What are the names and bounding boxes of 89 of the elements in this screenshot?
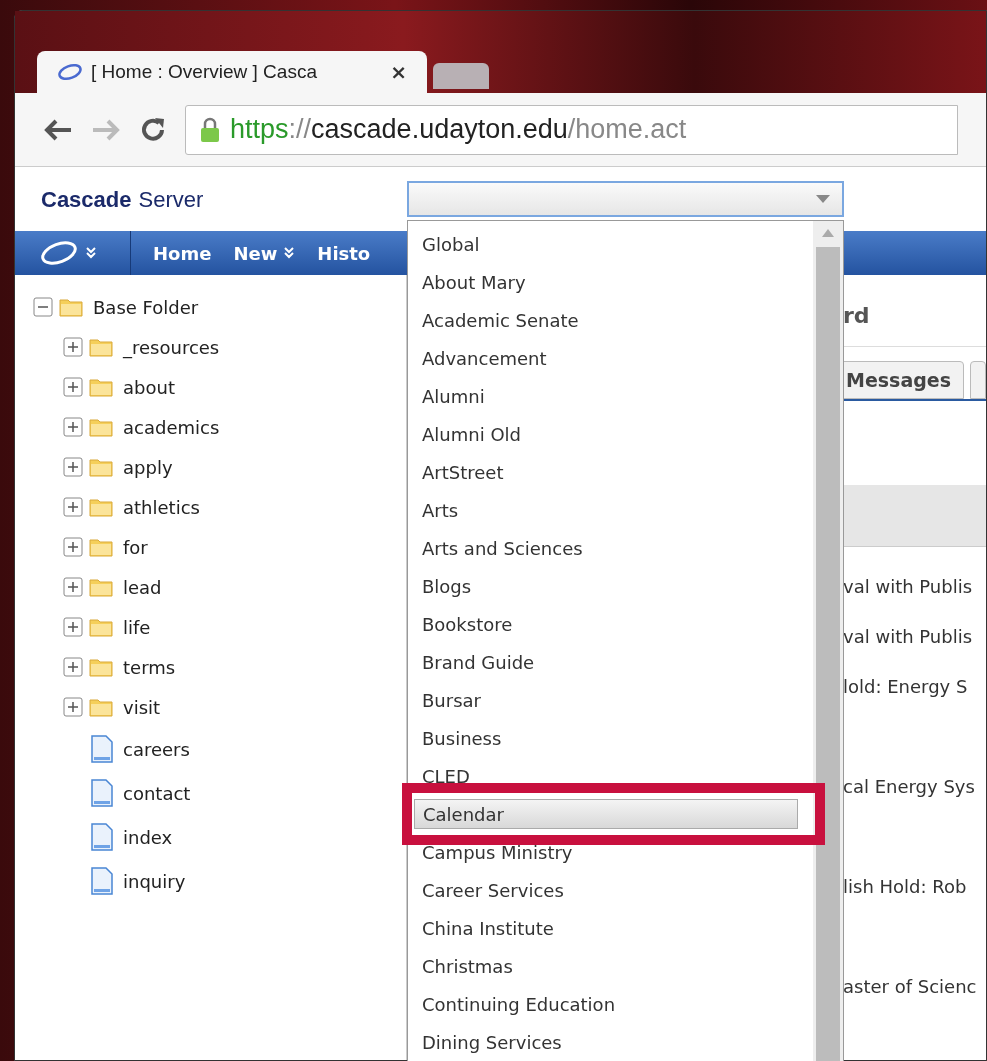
dropdown-option[interactable]: Bookstore	[414, 609, 798, 639]
expand-icon[interactable]	[63, 577, 83, 597]
dropdown-option[interactable]: Academic Senate	[414, 305, 798, 335]
tree-item[interactable]: life	[123, 613, 151, 641]
tree-item[interactable]: Base Folder	[93, 293, 199, 321]
app-logo: Cascade Server	[41, 185, 205, 214]
expand-icon[interactable]	[63, 537, 83, 557]
document-icon	[91, 867, 113, 895]
tree-item[interactable]: for	[123, 533, 148, 561]
dropdown-option[interactable]: Alumni Old	[414, 419, 798, 449]
scroll-up-icon[interactable]	[822, 229, 834, 237]
folder-icon	[89, 377, 113, 397]
tree-item[interactable]: academics	[123, 413, 220, 441]
folder-icon	[89, 417, 113, 437]
dropdown-option[interactable]: Brand Guide	[414, 647, 798, 677]
dropdown-option[interactable]: Blogs	[414, 571, 798, 601]
tree-item[interactable]: inquiry	[123, 867, 186, 895]
dropdown-option[interactable]: Dining Services	[414, 1027, 798, 1057]
dropdown-option[interactable]: Calendar	[414, 799, 798, 829]
message-link[interactable]: lish Hold: Rob	[843, 876, 967, 897]
nav-menu-item[interactable]: New	[233, 239, 296, 267]
message-link[interactable]: aster of Scienc	[843, 976, 977, 997]
tree-item[interactable]: visit	[123, 693, 161, 721]
dropdown-option[interactable]: Campus Ministry	[414, 837, 798, 867]
document-icon	[91, 823, 113, 851]
expand-icon[interactable]	[63, 617, 83, 637]
tree-item[interactable]: terms	[123, 653, 176, 681]
tree-item[interactable]: athletics	[123, 493, 200, 521]
swirl-logo-icon[interactable]	[39, 239, 79, 267]
nav-menu-item[interactable]: Histo	[317, 239, 371, 267]
dropdown-option[interactable]: Continuing Education	[414, 989, 798, 1019]
reload-icon[interactable]	[139, 115, 167, 144]
expand-icon[interactable]	[63, 457, 83, 477]
lock-icon	[200, 116, 220, 143]
tree-item[interactable]: _resources	[123, 333, 220, 361]
dropdown-option[interactable]: Arts and Sciences	[414, 533, 798, 563]
dropdown-option[interactable]: China Institute	[414, 913, 798, 943]
back-arrow-icon[interactable]	[43, 117, 73, 142]
dropdown-option[interactable]: Business	[414, 723, 798, 753]
tree-item[interactable]: lead	[123, 573, 162, 601]
message-link[interactable]: lold: Energy S	[843, 676, 968, 697]
tree-item[interactable]: contact	[123, 779, 191, 807]
url-text: https://cascade.udayton.edu/home.act	[230, 113, 687, 147]
folder-icon	[89, 457, 113, 477]
double-chevron-icon[interactable]	[85, 247, 97, 259]
expand-icon[interactable]	[63, 337, 83, 357]
message-link[interactable]: val with Publis	[843, 626, 973, 647]
tab-close-button[interactable]: ×	[390, 57, 407, 87]
expand-icon[interactable]	[63, 417, 83, 437]
dashboard-tab[interactable]: Messages	[843, 361, 965, 399]
dropdown-option[interactable]: Advancement	[414, 343, 798, 373]
dropdown-option[interactable]: Bursar	[414, 685, 798, 715]
expand-icon[interactable]	[63, 697, 83, 717]
address-field[interactable]: https://cascade.udayton.edu/home.act	[185, 104, 958, 155]
dropdown-option[interactable]: Career Services	[414, 875, 798, 905]
message-link[interactable]: cal Energy Sys	[843, 776, 975, 797]
dropdown-option[interactable]: Arts	[414, 495, 798, 525]
tree-item[interactable]: about	[123, 373, 175, 401]
expand-icon[interactable]	[63, 657, 83, 677]
expand-icon[interactable]	[63, 497, 83, 517]
dropdown-option[interactable]: CLED	[414, 761, 798, 791]
scrollbar[interactable]	[813, 221, 843, 1061]
folder-icon	[89, 497, 113, 517]
message-link[interactable]: val with Publis	[843, 576, 973, 597]
folder-icon	[89, 577, 113, 597]
caret-icon	[816, 195, 830, 203]
dropdown-option[interactable]: Christmas	[414, 951, 798, 981]
folder-icon	[89, 617, 113, 637]
folder-icon	[89, 697, 113, 717]
nav-menu-item[interactable]: Home	[153, 239, 212, 267]
document-icon	[91, 779, 113, 807]
dropdown-option[interactable]: About Mary	[414, 267, 798, 297]
dropdown-option[interactable]: ArtStreet	[414, 457, 798, 487]
swirl-logo-icon	[57, 63, 83, 81]
folder-icon	[89, 537, 113, 557]
folder-icon	[89, 337, 113, 357]
expand-icon[interactable]	[63, 377, 83, 397]
browser-tab[interactable]: [ Home : Overview ] Casca ×	[37, 51, 427, 93]
dropdown-option[interactable]: Alumni	[414, 381, 798, 411]
folder-icon	[59, 297, 83, 317]
tab-title: [ Home : Overview ] Casca	[91, 59, 317, 84]
tree-item[interactable]: index	[123, 823, 173, 851]
site-select[interactable]	[407, 181, 844, 217]
dropdown-option[interactable]: Global	[414, 229, 798, 259]
collapse-icon[interactable]	[33, 297, 53, 317]
tree-item[interactable]: apply	[123, 453, 173, 481]
document-icon	[91, 735, 113, 763]
folder-icon	[89, 657, 113, 677]
tree-item[interactable]: careers	[123, 735, 190, 763]
